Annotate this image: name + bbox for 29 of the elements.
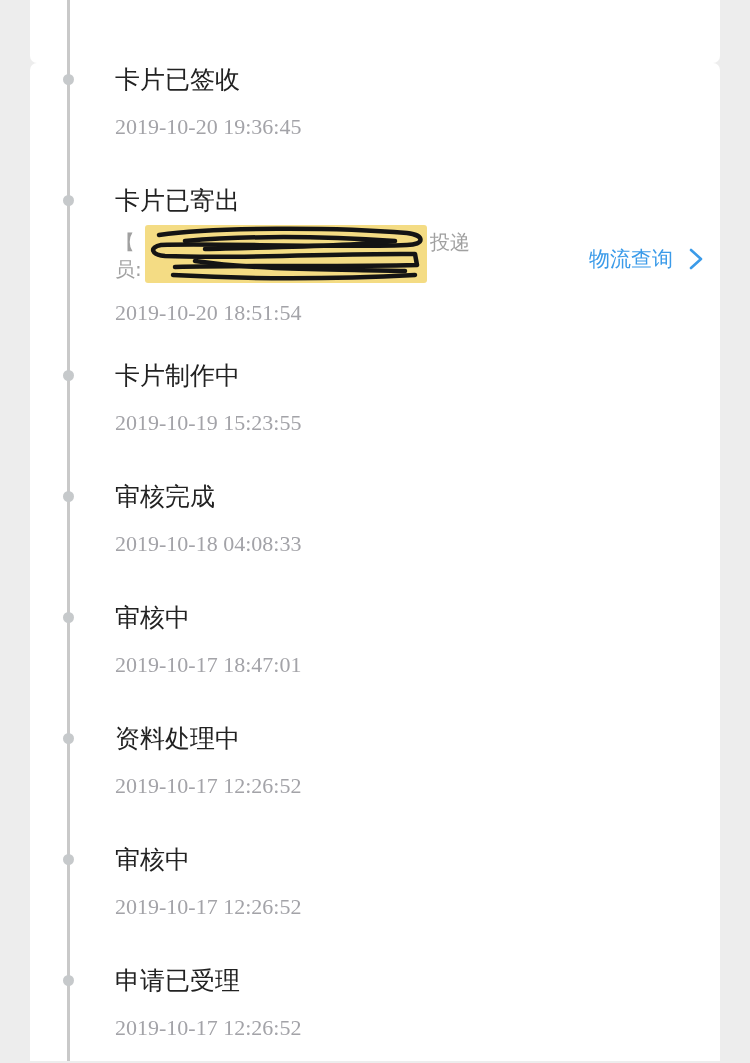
timestamp: 2019-10-18 04:08:33 xyxy=(115,531,302,557)
status-title: 卡片已签收 xyxy=(115,65,240,95)
chevron-right-icon xyxy=(689,248,703,270)
timeline-dot-icon xyxy=(63,195,74,206)
timeline-dot-icon xyxy=(63,370,74,381)
status-title: 资料处理中 xyxy=(115,724,240,754)
status-title: 审核中 xyxy=(115,603,190,633)
timeline-dot-icon xyxy=(63,74,74,85)
timestamp: 2019-10-17 18:47:01 xyxy=(115,652,302,678)
timestamp: 2019-10-17 12:26:52 xyxy=(115,1015,302,1041)
timeline-dot-icon xyxy=(63,733,74,744)
timeline-dot-icon xyxy=(63,491,74,502)
detail-text: 【 xyxy=(115,229,135,256)
timestamp: 2019-10-20 19:36:45 xyxy=(115,114,302,140)
status-title: 审核完成 xyxy=(115,482,215,512)
timestamp: 2019-10-17 12:26:52 xyxy=(115,773,302,799)
status-title: 审核中 xyxy=(115,845,190,875)
detail-text: 投递 xyxy=(430,229,470,256)
timeline-dot-icon xyxy=(63,975,74,986)
status-title: 卡片已寄出 xyxy=(115,186,240,216)
timeline-dot-icon xyxy=(63,612,74,623)
timestamp: 2019-10-17 12:26:52 xyxy=(115,894,302,920)
tracking-link[interactable]: 物流查询 xyxy=(589,244,703,274)
timestamp: 2019-10-19 15:23:55 xyxy=(115,410,302,436)
detail-text: 员: xyxy=(115,256,142,283)
timestamp: 2019-10-20 18:51:54 xyxy=(115,300,302,326)
status-title: 卡片制作中 xyxy=(115,361,240,391)
timeline-dot-icon xyxy=(63,854,74,865)
status-title: 申请已受理 xyxy=(115,966,240,996)
